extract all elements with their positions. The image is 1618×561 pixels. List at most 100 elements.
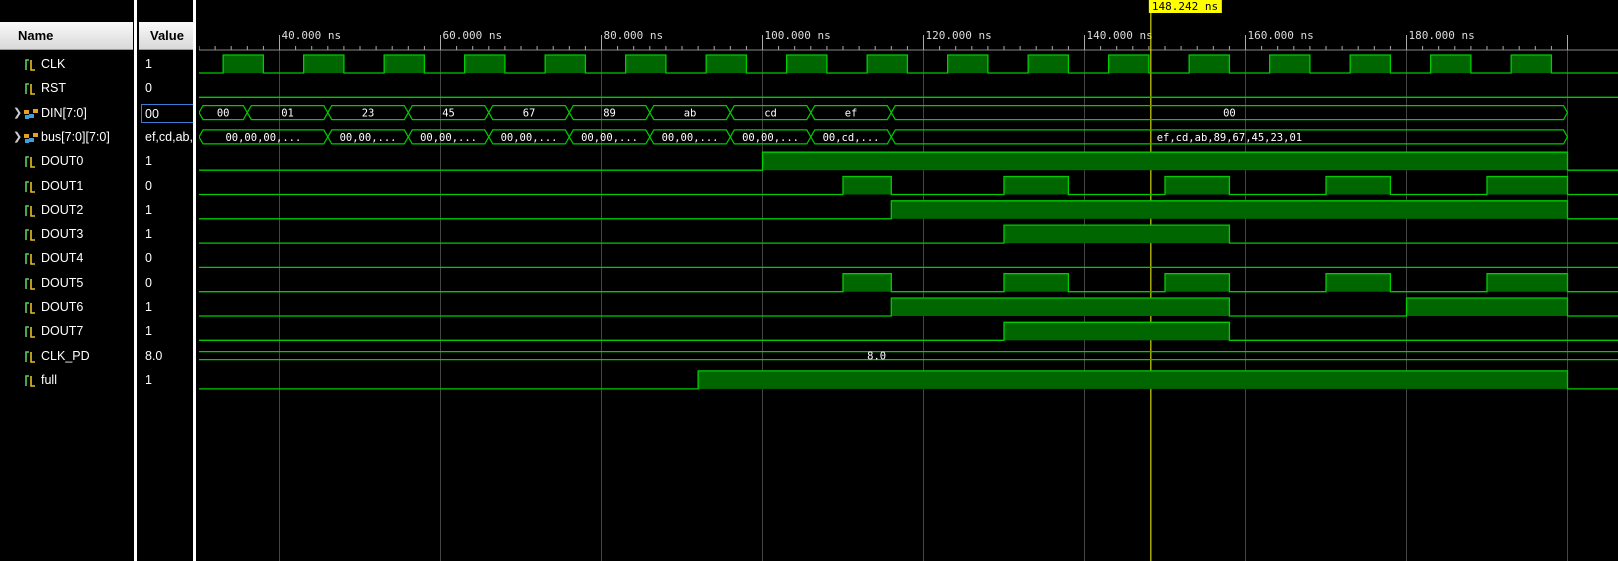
din-segment-label: 67 xyxy=(523,108,536,120)
signal-row-clk[interactable]: CLK xyxy=(0,52,133,77)
signal-name: DIN[7:0] xyxy=(41,105,87,120)
logic-signal-icon xyxy=(25,326,35,339)
signal-value-cell[interactable]: 1 xyxy=(139,198,194,223)
signal-value-cell[interactable]: 00 xyxy=(139,101,194,126)
dout7-wave[interactable] xyxy=(199,321,1618,341)
clk-high-fill xyxy=(384,55,425,73)
clk-high-fill xyxy=(545,55,586,73)
signal-value: 00 xyxy=(141,103,194,123)
bus-segment-label: 00,00,00,... xyxy=(225,132,301,144)
dout5-wave[interactable] xyxy=(199,273,1618,293)
clk-high-fill xyxy=(1511,55,1552,73)
signal-value-cell[interactable]: ef,cd,ab,8 xyxy=(139,125,194,150)
signal-value-cell[interactable]: 8.0 xyxy=(139,344,194,369)
signal-name: DOUT4 xyxy=(41,251,84,266)
signal-value-cell[interactable]: 1 xyxy=(139,368,194,393)
time-axis-label: 140.000 ns xyxy=(1087,29,1153,42)
signal-name: DOUT2 xyxy=(41,202,84,217)
logic-signal-icon xyxy=(25,204,35,217)
din-segment-label: ef xyxy=(845,108,858,120)
dout5-high-fill xyxy=(1004,273,1069,292)
signal-value: 1 xyxy=(145,372,152,387)
bus-segment-label: 00,cd,... xyxy=(823,132,880,144)
expand-chevron-icon[interactable]: ❯ xyxy=(13,101,22,126)
signal-name: CLK_PD xyxy=(41,348,90,363)
expand-chevron-icon[interactable]: ❯ xyxy=(13,125,22,150)
signal-row-full[interactable]: full xyxy=(0,368,133,393)
logic-signal-icon xyxy=(25,156,35,168)
time-axis-label: 160.000 ns xyxy=(1248,29,1314,42)
din-segment-label: 00 xyxy=(217,108,230,120)
clk-high-fill xyxy=(1189,55,1230,73)
name-column: Name CLK RST ❯ DIN[7:0] ❯ bus[7:0][7:0] DOUT0 D… xyxy=(0,0,136,561)
column-divider-2[interactable] xyxy=(193,0,196,561)
signal-row-dout7[interactable]: DOUT7 xyxy=(0,319,133,344)
signal-name: DOUT6 xyxy=(41,300,84,314)
time-axis-label: 100.000 ns xyxy=(765,29,831,42)
clk-high-fill xyxy=(1350,55,1391,73)
signal-row-dout6[interactable]: DOUT6 xyxy=(0,295,133,320)
column-divider-1[interactable] xyxy=(134,0,137,561)
logic-signal-icon xyxy=(25,180,35,193)
signal-value-cell[interactable]: 1 xyxy=(139,295,194,320)
value-header[interactable]: Value xyxy=(139,22,194,50)
din-segment-label: 01 xyxy=(281,108,294,120)
dout1-high-fill xyxy=(843,176,892,195)
clk-high-fill xyxy=(786,55,827,73)
signal-value: 1 xyxy=(145,154,152,169)
signal-row-dout5[interactable]: DOUT5 xyxy=(0,271,133,296)
signal-value-cell[interactable]: 1 xyxy=(139,222,194,247)
signal-row-dout1[interactable]: DOUT1 xyxy=(0,174,133,199)
signal-value-cell[interactable]: 0 xyxy=(139,174,194,199)
logic-signal-icon xyxy=(25,350,35,363)
signal-value-cell[interactable]: 0 xyxy=(139,76,194,101)
bus-segment-label: 00,00,... xyxy=(662,132,719,144)
time-axis-label: 40.000 ns xyxy=(282,29,342,42)
signal-value-cell[interactable]: 1 xyxy=(139,52,194,77)
signal-name: RST xyxy=(41,81,66,96)
logic-signal-icon xyxy=(25,83,35,96)
signal-row-dout3[interactable]: DOUT3 xyxy=(0,222,133,247)
logic-signal-icon xyxy=(25,59,35,71)
clk-high-fill xyxy=(223,55,264,73)
logic-signal-icon xyxy=(25,375,35,387)
dout1-wave[interactable] xyxy=(199,175,1618,196)
dout3-high-fill xyxy=(1004,225,1230,244)
waveform-canvas[interactable]: 40.000 ns 60.000 ns 80.000 ns 100.000 ns 120… xyxy=(199,0,1618,561)
logic-signal-icon xyxy=(25,229,35,241)
signal-value-cell[interactable]: 1 xyxy=(139,319,194,344)
signal-value: 0 xyxy=(145,275,152,290)
signal-row-rst[interactable]: RST xyxy=(0,76,133,101)
signal-row-dout2[interactable]: DOUT2 xyxy=(0,198,133,223)
dout7-high-fill xyxy=(1004,322,1230,341)
signal-value: 0 xyxy=(145,251,152,266)
clk-high-fill xyxy=(867,55,908,73)
signal-row-din70[interactable]: ❯ DIN[7:0] xyxy=(0,101,133,126)
signal-value-cell[interactable]: 0 xyxy=(139,271,194,296)
dout5-high-fill xyxy=(1326,273,1391,292)
signal-value: 8.0 xyxy=(145,348,163,363)
waveform-view[interactable]: 40.000 ns 60.000 ns 80.000 ns 100.000 ns 120… xyxy=(199,0,1618,561)
clk-high-fill xyxy=(1028,55,1069,73)
dout5-high-fill xyxy=(843,273,892,292)
signal-row-clkpd[interactable]: CLK_PD xyxy=(0,344,133,369)
name-header[interactable]: Name xyxy=(0,22,133,50)
logic-signal-icon xyxy=(25,253,35,266)
dout1-high-fill xyxy=(1326,176,1391,195)
signal-value: 1 xyxy=(145,227,152,242)
signal-name: full xyxy=(41,372,57,387)
clk-high-fill xyxy=(947,55,988,73)
dout2-high-fill xyxy=(891,200,1568,219)
dout6-high-fill xyxy=(891,298,1230,316)
clk-high-fill xyxy=(303,55,344,73)
signal-value-cell[interactable]: 0 xyxy=(139,246,194,271)
dout3-wave[interactable] xyxy=(199,224,1618,244)
signal-value-cell[interactable]: 1 xyxy=(139,149,194,174)
bus-segment-label: 00,00,... xyxy=(420,132,477,144)
time-axis-label: 60.000 ns xyxy=(443,29,503,42)
dout1-high-fill xyxy=(1487,176,1568,195)
signal-row-dout4[interactable]: DOUT4 xyxy=(0,246,133,271)
signal-row-bus7070[interactable]: ❯ bus[7:0][7:0] xyxy=(0,125,133,150)
bus-signal-icon xyxy=(24,108,38,119)
signal-row-dout0[interactable]: DOUT0 xyxy=(0,149,133,174)
